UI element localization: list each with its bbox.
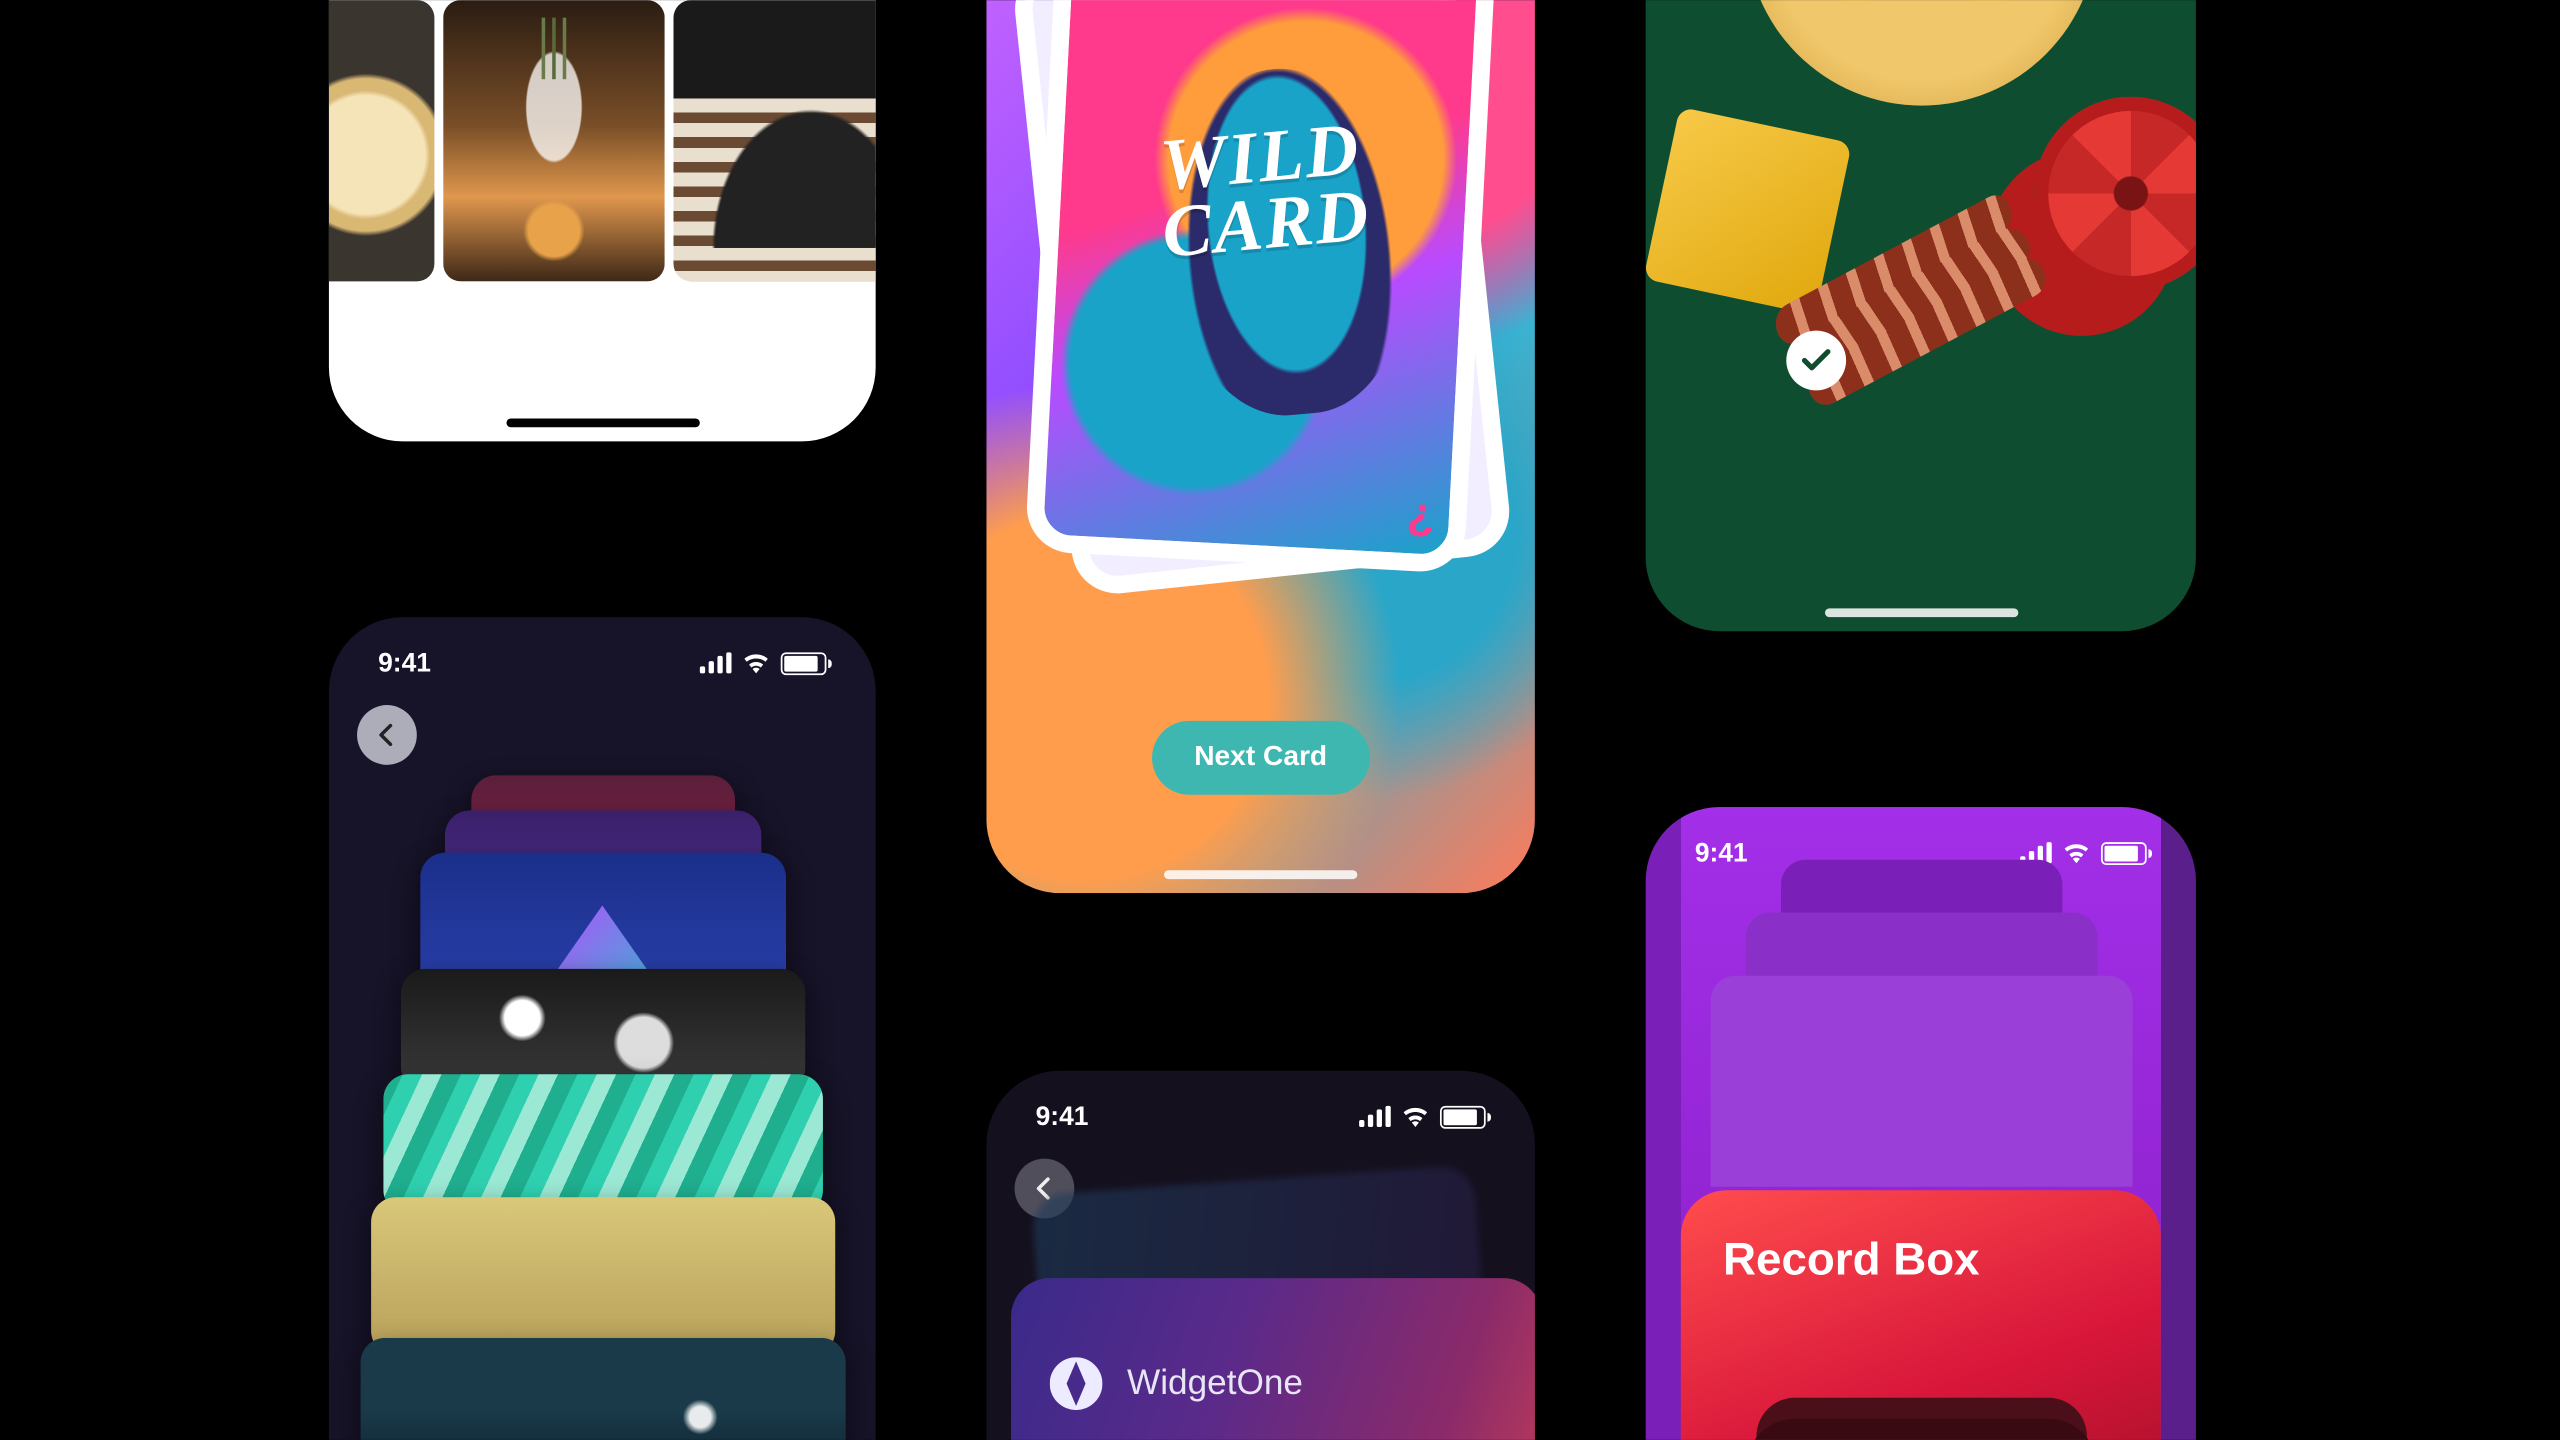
record-shelves bbox=[1710, 860, 2132, 1194]
status-bar: 9:41 bbox=[329, 642, 876, 684]
ingredient-selected-check-icon[interactable] bbox=[1786, 331, 1846, 391]
food-thumb-cocktail[interactable] bbox=[443, 0, 665, 281]
ingredient-cheese[interactable] bbox=[1646, 107, 1852, 316]
home-indicator[interactable] bbox=[1824, 608, 2017, 617]
battery-icon bbox=[1440, 1105, 1486, 1128]
food-thumb-tiramisu[interactable] bbox=[673, 0, 875, 281]
record-box-title: Record Box bbox=[1723, 1232, 2119, 1286]
cellular-icon bbox=[700, 652, 732, 673]
wallpaper-card[interactable] bbox=[360, 1338, 845, 1440]
widgetone-logo-icon bbox=[1050, 1357, 1103, 1410]
card-stack[interactable]: ? WILD CARD ? bbox=[1041, 0, 1481, 563]
burger-bun bbox=[1745, 0, 2097, 105]
wifi-icon bbox=[1401, 1106, 1429, 1127]
food-thumb-cheesecake[interactable] bbox=[329, 0, 434, 281]
food-thumbnail-strip[interactable] bbox=[329, 0, 876, 281]
wifi-icon bbox=[742, 652, 770, 673]
wildcard-title: WILD CARD bbox=[1056, 109, 1470, 277]
widget-card[interactable]: WidgetOne bbox=[1011, 1278, 1535, 1440]
status-time: 9:41 bbox=[1036, 1101, 1089, 1131]
shelf bbox=[1710, 976, 2132, 1187]
home-indicator[interactable] bbox=[1164, 870, 1357, 879]
card-corner-symbol: ? bbox=[1405, 492, 1436, 548]
record-box-card[interactable]: Record Box bbox=[1681, 1190, 2161, 1440]
widget-name: WidgetOne bbox=[1127, 1363, 1303, 1403]
card-front[interactable]: ? WILD CARD ? bbox=[1025, 0, 1497, 574]
card-corner-symbol: ? bbox=[1085, 0, 1116, 1]
wallpaper-card[interactable] bbox=[383, 1074, 823, 1215]
status-time: 9:41 bbox=[378, 648, 431, 678]
wildcard-phone: ? WILD CARD ? Next Card bbox=[986, 0, 1534, 893]
cellular-icon bbox=[1359, 1106, 1391, 1127]
food-gallery-phone bbox=[329, 0, 876, 441]
battery-icon bbox=[781, 651, 827, 674]
back-button[interactable] bbox=[357, 705, 417, 765]
home-indicator[interactable] bbox=[506, 419, 699, 428]
wallpaper-card[interactable] bbox=[370, 1197, 834, 1355]
record-box-phone: 9:41 Record Box bbox=[1646, 807, 2196, 1440]
next-card-button[interactable]: Next Card bbox=[1152, 721, 1369, 795]
status-bar: 9:41 bbox=[986, 1095, 1534, 1137]
burger-builder-phone bbox=[1646, 0, 2196, 631]
wallpaper-stack[interactable] bbox=[374, 775, 831, 1440]
wallpaper-stack-phone: 9:41 bbox=[329, 617, 876, 1440]
ingredient-tomato[interactable] bbox=[2034, 97, 2196, 290]
widget-phone: 9:41 WidgetOne bbox=[986, 1071, 1534, 1440]
